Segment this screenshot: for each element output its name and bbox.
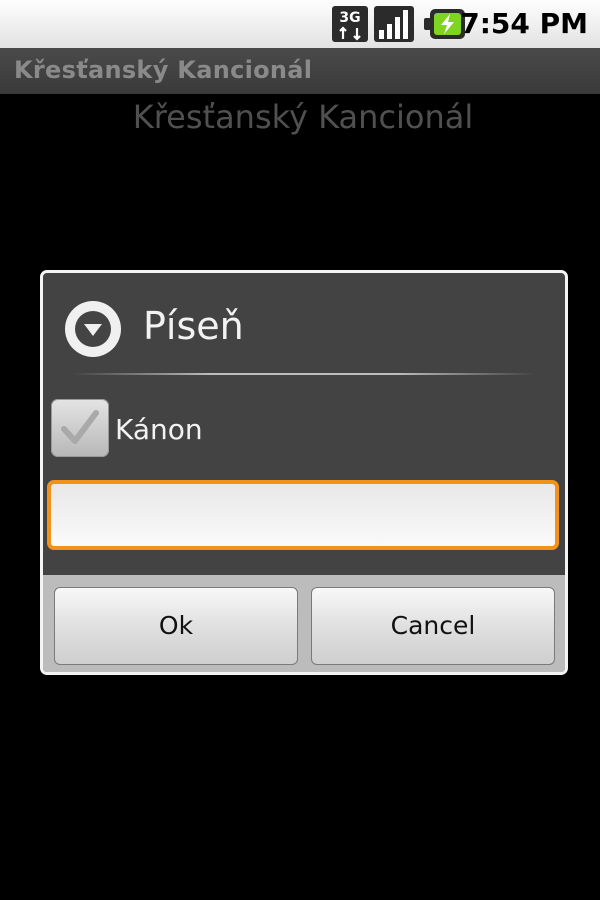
dialog-header: Píseň [43, 273, 565, 377]
dialog-divider [73, 373, 535, 375]
dialog-button-bar: Ok Cancel [43, 575, 565, 672]
app-title-bar: Křesťanský Kancionál [0, 48, 600, 94]
signal-strength-icon [374, 6, 414, 42]
dropdown-circle-icon [65, 301, 121, 357]
page-heading: Křesťanský Kancionál [132, 98, 474, 136]
3g-network-icon: 3G [332, 6, 368, 42]
ok-button[interactable]: Ok [54, 587, 298, 665]
canon-checkbox[interactable] [51, 399, 109, 457]
song-dialog: Píseň Kánon Ok Cancel [40, 270, 568, 675]
cancel-button[interactable]: Cancel [311, 587, 555, 665]
canon-checkbox-label[interactable]: Kánon [115, 413, 203, 447]
song-number-input[interactable] [47, 480, 559, 550]
status-bar: 3G 7:54 PM [0, 0, 600, 48]
dialog-title: Píseň [143, 304, 244, 348]
app-title: Křesťanský Kancionál [14, 56, 313, 84]
checkmark-icon [61, 410, 99, 444]
status-clock: 7:54 PM [460, 7, 588, 40]
network-type-label: 3G [339, 10, 360, 26]
